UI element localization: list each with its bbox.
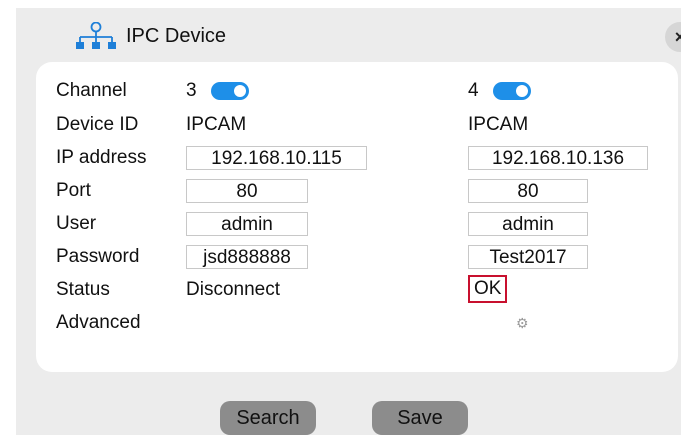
user-input[interactable]: admin [186, 212, 308, 236]
channel-number: 4 [468, 80, 479, 101]
device-id-value: IPCAM [468, 114, 529, 135]
close-button[interactable]: × [665, 22, 681, 52]
port-input[interactable]: 80 [186, 179, 308, 203]
toggle-knob [233, 85, 246, 97]
ip-address-input[interactable]: 192.168.10.136 [468, 146, 648, 170]
password-input[interactable]: Test2017 [468, 245, 588, 269]
user-label: User [56, 213, 97, 234]
device-settings-panel: Channel Device ID IP address Port User P… [36, 62, 678, 372]
search-button[interactable]: Search [220, 401, 316, 435]
password-label: Password [56, 246, 140, 267]
save-button[interactable]: Save [372, 401, 468, 435]
status-ok-badge: OK [468, 275, 508, 303]
device-id-label: Device ID [56, 114, 139, 135]
toggle-knob [515, 85, 528, 97]
port-input[interactable]: 80 [468, 179, 588, 203]
channel-number: 3 [186, 80, 197, 101]
status-value: Disconnect [186, 279, 280, 300]
dialog-title: IPC Device [74, 22, 226, 50]
port-label: Port [56, 180, 91, 201]
ip-address-input[interactable]: 192.168.10.115 [186, 146, 367, 170]
password-input[interactable]: jsd888888 [186, 245, 308, 269]
network-icon [74, 22, 118, 50]
gear-icon[interactable]: ⚙ [516, 315, 529, 332]
channel-4-cell: 4 [468, 80, 531, 102]
channel-3-cell: 3 [186, 80, 249, 102]
channel-4-toggle[interactable] [492, 82, 531, 100]
ip-address-label: IP address [56, 147, 147, 168]
channel-label: Channel [56, 80, 127, 101]
channel-3-toggle[interactable] [210, 82, 249, 100]
user-input[interactable]: admin [468, 212, 588, 236]
dialog-title-text: IPC Device [126, 24, 227, 47]
ipc-device-dialog: IPC Device × Channel Device ID IP addres… [16, 8, 681, 435]
status-label: Status [56, 279, 110, 300]
device-id-value: IPCAM [186, 114, 247, 135]
advanced-label: Advanced [56, 312, 141, 333]
